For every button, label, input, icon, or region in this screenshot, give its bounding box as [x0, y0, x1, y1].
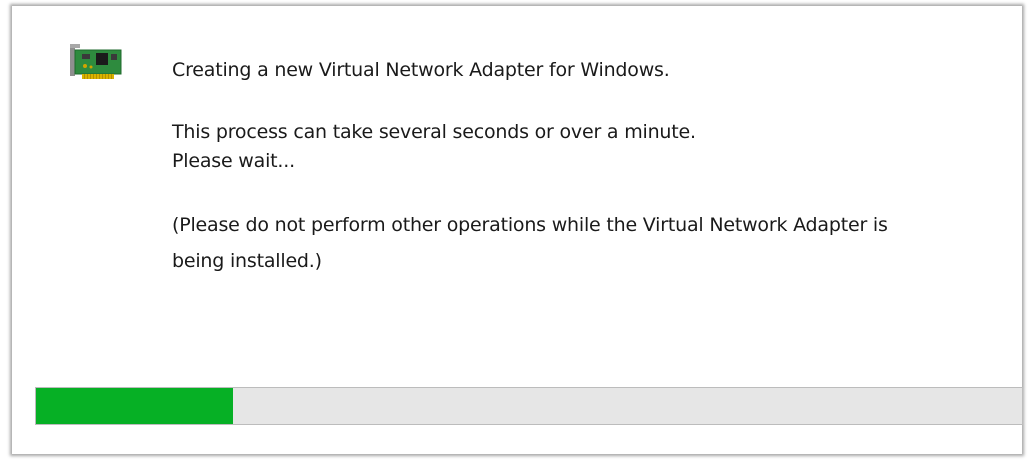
warning-text-line1: (Please do not perform other operations … [172, 214, 888, 236]
install-progress-dialog: Creating a new Virtual Network Adapter f… [12, 6, 1023, 454]
status-title: Creating a new Virtual Network Adapter f… [172, 59, 670, 81]
warning-text-line2: being installed.) [172, 250, 322, 272]
progress-bar-fill [36, 388, 234, 424]
duration-notice: This process can take several seconds or… [172, 121, 696, 143]
network-adapter-card-icon [68, 42, 124, 82]
wait-notice: Please wait... [172, 150, 295, 172]
install-progress-bar [35, 387, 1023, 425]
